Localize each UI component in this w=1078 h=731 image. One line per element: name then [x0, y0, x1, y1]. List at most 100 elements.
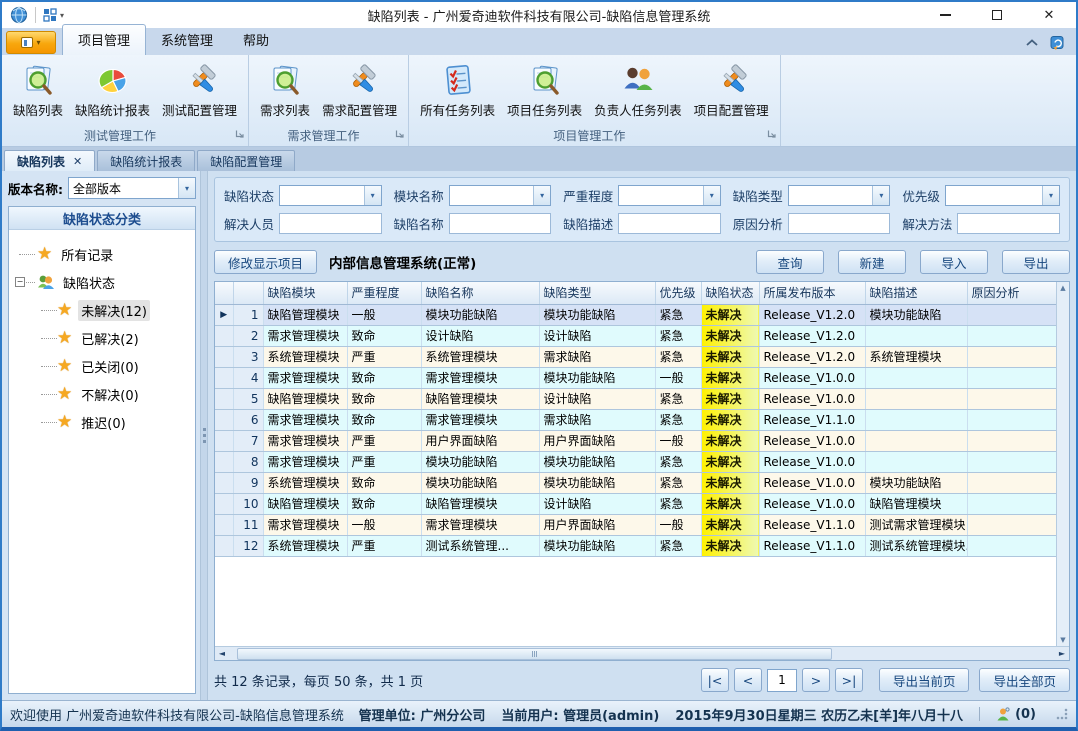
table-row[interactable]: 11需求管理模块一般需求管理模块用户界面缺陷一般未解决Release_V1.1.… — [215, 514, 1056, 535]
table-row[interactable]: ▶1缺陷管理模块一般模块功能缺陷模块功能缺陷紧急未解决Release_V1.2.… — [215, 304, 1056, 325]
tree-item[interactable]: −缺陷状态 — [11, 268, 193, 296]
table-row[interactable]: 12系统管理模块严重测试系统管理...模块功能缺陷紧急未解决Release_V1… — [215, 535, 1056, 556]
table-row[interactable]: 2需求管理模块致命设计缺陷设计缺陷紧急未解决Release_V1.2.0 — [215, 325, 1056, 346]
scroll-left-icon[interactable]: ◄ — [215, 649, 229, 658]
col-header-name[interactable]: 缺陷名称 — [421, 282, 539, 304]
ribbon-tab-project[interactable]: 项目管理 — [62, 24, 146, 55]
project-config-button[interactable]: 项目配置管理 — [688, 59, 775, 122]
import-button[interactable]: 导入 — [920, 250, 988, 274]
first-page-button[interactable]: |< — [701, 668, 729, 692]
filter-combo-input[interactable] — [450, 186, 534, 205]
application-menu-button[interactable]: ▾ — [6, 31, 56, 54]
filter-text-input[interactable] — [788, 213, 891, 234]
chevron-down-icon[interactable]: ▾ — [703, 186, 720, 205]
table-row[interactable]: 7需求管理模块严重用户界面缺陷用户界面缺陷一般未解决Release_V1.0.0 — [215, 430, 1056, 451]
filter-combo[interactable]: ▾ — [618, 185, 721, 206]
tree-item[interactable]: ★未解决(12) — [11, 296, 193, 324]
filter-combo-input[interactable] — [280, 186, 364, 205]
filter-combo[interactable]: ▾ — [945, 185, 1060, 206]
minimize-button[interactable] — [934, 6, 956, 24]
doc-tab-defect-list[interactable]: 缺陷列表 ✕ — [4, 150, 95, 171]
doc-tab-defect-config[interactable]: 缺陷配置管理 — [197, 150, 295, 171]
resize-grip[interactable] — [1056, 708, 1068, 720]
modify-columns-button[interactable]: 修改显示项目 — [214, 250, 317, 274]
help-button[interactable] — [1049, 34, 1066, 51]
version-select[interactable]: ▾ — [68, 177, 196, 199]
quick-access-toolbar-button[interactable]: ▾ — [43, 8, 64, 22]
doc-tab-defect-report[interactable]: 缺陷统计报表 — [97, 150, 195, 171]
dialog-launcher-button[interactable] — [235, 124, 245, 143]
filter-combo-input[interactable] — [619, 186, 703, 205]
chevron-down-icon[interactable]: ▾ — [1042, 186, 1059, 205]
filter-combo[interactable]: ▾ — [449, 185, 552, 206]
dialog-launcher-button[interactable] — [395, 124, 405, 143]
col-header-indicator[interactable] — [215, 282, 233, 304]
col-header-severity[interactable]: 严重程度 — [347, 282, 421, 304]
test-config-button[interactable]: 测试配置管理 — [156, 59, 243, 122]
version-select-input[interactable] — [69, 178, 178, 198]
chevron-down-icon[interactable]: ▾ — [364, 186, 381, 205]
ribbon-tab-system[interactable]: 系统管理 — [146, 25, 228, 55]
col-header-status[interactable]: 缺陷状态 — [701, 282, 759, 304]
query-button[interactable]: 查询 — [756, 250, 824, 274]
vertical-scrollbar[interactable]: ▲ ▼ — [1056, 282, 1069, 646]
filter-text-input[interactable] — [449, 213, 552, 234]
maximize-button[interactable] — [986, 6, 1008, 24]
table-row[interactable]: 5缺陷管理模块致命缺陷管理模块设计缺陷紧急未解决Release_V1.0.0 — [215, 388, 1056, 409]
chevron-down-icon[interactable]: ▾ — [872, 186, 889, 205]
sidebar-splitter[interactable] — [200, 171, 208, 700]
tree-expander-icon[interactable]: − — [15, 277, 25, 287]
export-all-pages-button[interactable]: 导出全部页 — [979, 668, 1070, 692]
table-row[interactable]: 6需求管理模块致命需求管理模块需求缺陷紧急未解决Release_V1.1.0 — [215, 409, 1056, 430]
tree-item[interactable]: ★不解决(0) — [11, 380, 193, 408]
all-tasks-button[interactable]: 所有任务列表 — [414, 59, 501, 122]
requirement-config-button[interactable]: 需求配置管理 — [316, 59, 403, 122]
export-current-page-button[interactable]: 导出当前页 — [879, 668, 970, 692]
requirement-list-button[interactable]: 需求列表 — [254, 59, 316, 122]
table-row[interactable]: 3系统管理模块严重系统管理模块需求缺陷紧急未解决Release_V1.2.0系统… — [215, 346, 1056, 367]
export-button[interactable]: 导出 — [1002, 250, 1070, 274]
chevron-down-icon[interactable]: ▾ — [533, 186, 550, 205]
tree-item[interactable]: ★推迟(0) — [11, 408, 193, 436]
col-header-cause[interactable]: 原因分析 — [967, 282, 1056, 304]
col-header-release[interactable]: 所属发布版本 — [759, 282, 865, 304]
project-tasks-button[interactable]: 项目任务列表 — [501, 59, 588, 122]
filter-combo-input[interactable] — [789, 186, 873, 205]
defect-list-button[interactable]: 缺陷列表 — [7, 59, 69, 122]
col-header-number[interactable] — [233, 282, 263, 304]
col-header-desc[interactable]: 缺陷描述 — [865, 282, 967, 304]
table-row[interactable]: 9系统管理模块致命模块功能缺陷模块功能缺陷紧急未解决Release_V1.0.0… — [215, 472, 1056, 493]
next-page-button[interactable]: > — [802, 668, 830, 692]
page-number-input[interactable] — [767, 669, 797, 692]
scroll-up-icon[interactable]: ▲ — [1060, 284, 1065, 292]
table-row[interactable]: 4需求管理模块致命需求管理模块模块功能缺陷一般未解决Release_V1.0.0 — [215, 367, 1056, 388]
last-page-button[interactable]: >| — [835, 668, 863, 692]
scroll-down-icon[interactable]: ▼ — [1060, 636, 1065, 644]
chevron-down-icon[interactable]: ▾ — [178, 178, 195, 198]
owner-tasks-button[interactable]: 负责人任务列表 — [588, 59, 688, 122]
filter-combo[interactable]: ▾ — [788, 185, 891, 206]
tree-item[interactable]: ★已解决(2) — [11, 324, 193, 352]
filter-text-input[interactable] — [957, 213, 1060, 234]
table-row[interactable]: 8需求管理模块严重模块功能缺陷模块功能缺陷紧急未解决Release_V1.0.0 — [215, 451, 1056, 472]
filter-text-input[interactable] — [279, 213, 382, 234]
col-header-priority[interactable]: 优先级 — [655, 282, 701, 304]
scroll-right-icon[interactable]: ► — [1055, 649, 1069, 658]
filter-text-input[interactable] — [618, 213, 721, 234]
online-users-indicator[interactable]: (0) — [996, 707, 1036, 722]
tree-item[interactable]: ★所有记录 — [11, 240, 193, 268]
scrollbar-thumb[interactable] — [237, 648, 832, 660]
new-button[interactable]: 新建 — [838, 250, 906, 274]
collapse-ribbon-button[interactable] — [1025, 38, 1039, 47]
defect-report-button[interactable]: 缺陷统计报表 — [69, 59, 156, 122]
horizontal-scrollbar[interactable]: ◄ ► — [215, 646, 1069, 660]
col-header-module[interactable]: 缺陷模块 — [263, 282, 347, 304]
close-button[interactable]: ✕ — [1038, 6, 1060, 24]
filter-combo[interactable]: ▾ — [279, 185, 382, 206]
prev-page-button[interactable]: < — [734, 668, 762, 692]
dialog-launcher-button[interactable] — [767, 124, 777, 143]
col-header-type[interactable]: 缺陷类型 — [539, 282, 655, 304]
filter-combo-input[interactable] — [946, 186, 1042, 205]
table-row[interactable]: 10缺陷管理模块致命缺陷管理模块设计缺陷紧急未解决Release_V1.0.0缺… — [215, 493, 1056, 514]
tree-item[interactable]: ★已关闭(0) — [11, 352, 193, 380]
